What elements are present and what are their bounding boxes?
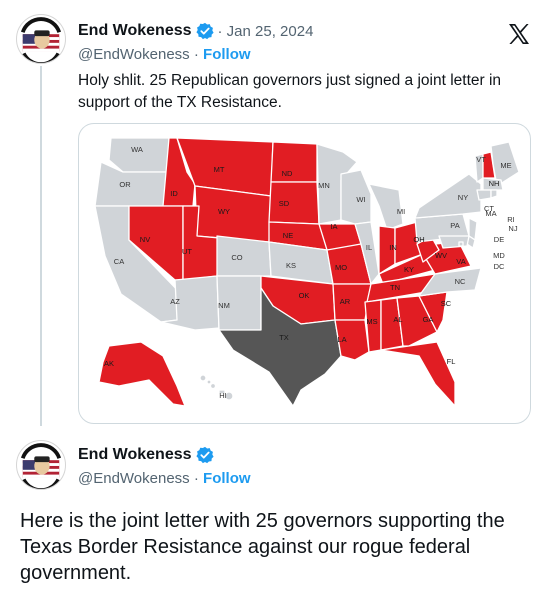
us-map: WA OR CA ID NV MT WY UT AZ CO NM ND SD NE KS OK TX MN IA MO…	[94, 137, 520, 407]
state-label-fl: FL	[447, 357, 456, 366]
avatar[interactable]	[16, 14, 66, 64]
state-label-ut: UT	[182, 247, 192, 256]
state-sd	[268, 181, 320, 225]
hawaii-island	[199, 374, 207, 382]
separator: ·	[189, 470, 204, 487]
thread-connector-line	[40, 66, 42, 426]
state-label-ri: RI	[507, 215, 515, 224]
state-nd	[270, 141, 318, 183]
follow-button[interactable]: Follow	[203, 46, 251, 63]
state-ri	[490, 189, 498, 199]
state-label-nh: NH	[489, 179, 500, 188]
state-ct	[476, 189, 492, 201]
x-logo-icon[interactable]	[507, 22, 531, 46]
state-label-ks: KS	[286, 261, 296, 270]
state-label-ct: CT	[484, 204, 494, 213]
state-label-wv: WV	[435, 251, 447, 260]
state-label-hi: HI	[219, 391, 227, 400]
follow-button[interactable]: Follow	[203, 470, 251, 487]
state-fl	[380, 341, 456, 407]
state-dc	[458, 241, 464, 247]
state-label-ok: OK	[299, 291, 310, 300]
state-label-va: VA	[456, 257, 465, 266]
state-label-or: OR	[119, 180, 131, 189]
state-label-wi: WI	[356, 195, 365, 204]
state-label-ga: GA	[423, 315, 434, 324]
state-label-mt: MT	[214, 165, 225, 174]
state-label-tn: TN	[390, 283, 400, 292]
state-label-vt: VT	[476, 155, 486, 164]
state-label-sc: SC	[441, 299, 452, 308]
state-label-dc: DC	[494, 262, 505, 271]
state-label-de: DE	[494, 235, 504, 244]
tweet-text: Holy shlit. 25 Republican governors just…	[78, 72, 502, 111]
display-name[interactable]: End Wokeness	[78, 446, 192, 464]
media-card[interactable]: WA OR CA ID NV MT WY UT AZ CO NM ND SD NE KS OK TX MN IA MO…	[78, 123, 531, 424]
state-label-in: IN	[389, 243, 397, 252]
hawaii-island	[209, 382, 217, 390]
state-label-az: AZ	[170, 297, 180, 306]
state-label-ky: KY	[404, 265, 414, 274]
display-name[interactable]: End Wokeness	[78, 22, 192, 40]
state-co	[216, 235, 272, 277]
state-label-mn: MN	[318, 181, 330, 190]
state-label-il: IL	[366, 243, 372, 252]
separator: ·	[189, 46, 204, 63]
state-wa	[108, 137, 170, 173]
state-label-tx: TX	[279, 333, 289, 342]
state-ny	[414, 173, 482, 219]
avatar-image	[17, 441, 65, 489]
state-label-la: LA	[337, 335, 346, 344]
state-label-ia: IA	[330, 222, 337, 231]
tweet-text-large: Here is the joint letter with 25 governo…	[20, 510, 505, 584]
avatar[interactable]	[16, 440, 66, 490]
handle[interactable]: @EndWokeness	[78, 46, 190, 63]
state-label-wy: WY	[218, 207, 230, 216]
tweet-header: End Wokeness · Jan 25, 2024	[78, 22, 313, 40]
state-label-pa: PA	[450, 221, 459, 230]
state-label-nc: NC	[455, 277, 466, 286]
state-label-md: MD	[493, 251, 505, 260]
state-label-id: ID	[170, 189, 178, 198]
state-md	[438, 235, 470, 249]
state-label-me: ME	[500, 161, 511, 170]
avatar-image	[17, 15, 65, 63]
state-label-nd: ND	[282, 169, 293, 178]
state-ak	[98, 341, 186, 407]
state-label-co: CO	[231, 253, 242, 262]
state-label-ny: NY	[458, 193, 468, 202]
state-label-mo: MO	[335, 263, 347, 272]
state-label-ak: AK	[104, 359, 114, 368]
state-label-ms: MS	[366, 317, 377, 326]
state-label-ca: CA	[114, 257, 124, 266]
state-label-al: AL	[393, 315, 402, 324]
handle-row: @EndWokeness · Follow	[78, 46, 251, 63]
handle[interactable]: @EndWokeness	[78, 470, 190, 487]
state-label-ar: AR	[340, 297, 351, 306]
state-label-nj: NJ	[508, 224, 517, 233]
state-label-mi: MI	[397, 207, 405, 216]
handle-row: @EndWokeness · Follow	[78, 470, 251, 487]
tweet-header: End Wokeness	[78, 446, 214, 464]
tweet-date[interactable]: · Jan 25, 2024	[218, 23, 314, 40]
state-label-oh: OH	[413, 235, 424, 244]
state-label-wa: WA	[131, 145, 143, 154]
state-label-ne: NE	[283, 231, 293, 240]
verified-badge-icon	[195, 22, 214, 40]
verified-badge-icon	[195, 446, 214, 464]
state-label-nm: NM	[218, 301, 230, 310]
state-wy	[194, 185, 272, 243]
hawaii-island	[206, 379, 212, 385]
state-label-nv: NV	[140, 235, 150, 244]
state-label-sd: SD	[279, 199, 290, 208]
